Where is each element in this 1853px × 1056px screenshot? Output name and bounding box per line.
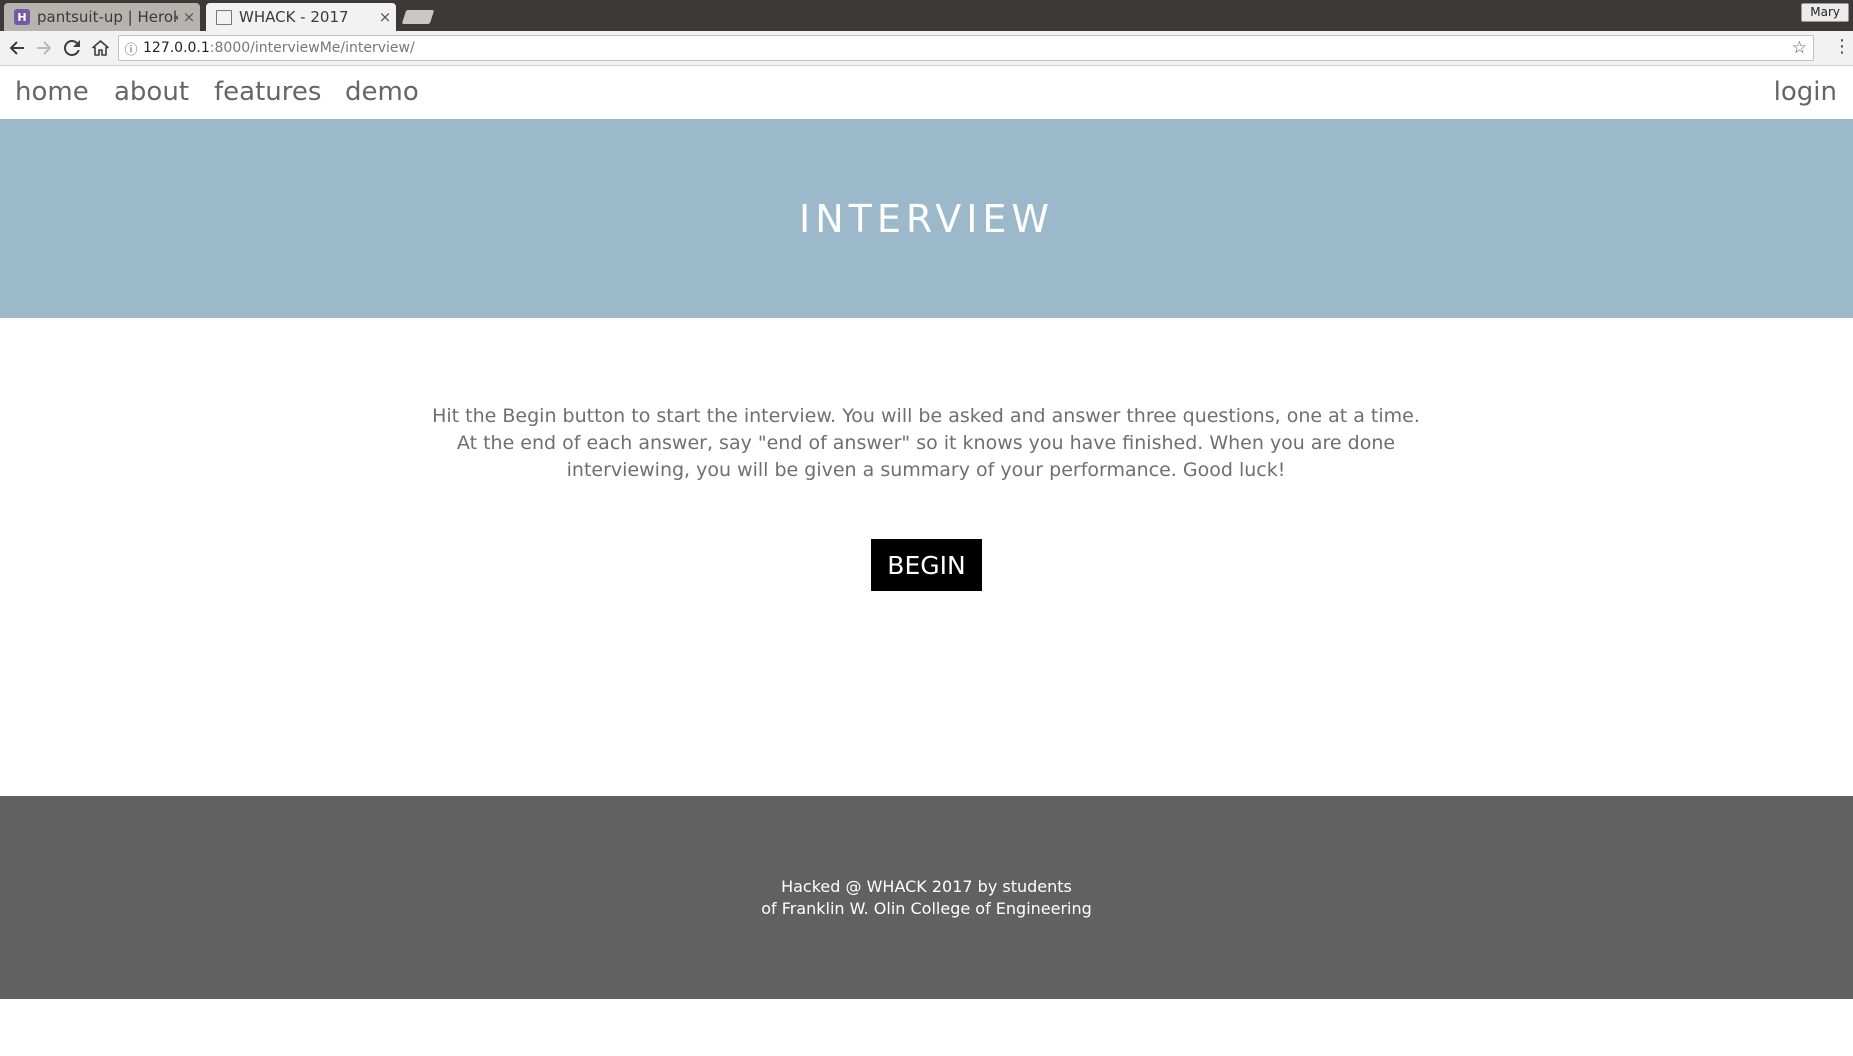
browser-tab-pantsuit-up[interactable]: H pantsuit-up | Herok × <box>4 3 200 31</box>
url-path: :8000/interviewMe/interview/ <box>209 40 415 56</box>
tab-title: pantsuit-up | Herok <box>37 8 178 26</box>
new-tab-button[interactable] <box>401 10 435 24</box>
browser-tab-strip: H pantsuit-up | Herok × WHACK - 2017 × M… <box>0 0 1853 31</box>
heroku-icon: H <box>14 9 30 25</box>
profile-button[interactable]: Mary <box>1801 3 1849 22</box>
nav-link-about[interactable]: about <box>114 77 189 107</box>
nav-link-demo[interactable]: demo <box>345 77 419 107</box>
footer-line-2: of Franklin W. Olin College of Engineeri… <box>761 898 1092 918</box>
url-host: 127.0.0.1 <box>143 40 210 56</box>
site-footer: Hacked @ WHACK 2017 by students of Frank… <box>0 796 1853 999</box>
nav-link-home[interactable]: home <box>15 77 89 107</box>
browser-tab-whack[interactable]: WHACK - 2017 × <box>206 3 396 31</box>
footer-line-1: Hacked @ WHACK 2017 by students <box>781 876 1072 896</box>
page-title: INTERVIEW <box>799 196 1054 241</box>
close-icon[interactable]: × <box>374 8 396 26</box>
tab-title: WHACK - 2017 <box>239 8 349 26</box>
back-arrow-icon[interactable] <box>6 37 28 59</box>
home-icon[interactable] <box>89 37 111 59</box>
nav-link-login[interactable]: login <box>1774 77 1837 107</box>
close-icon[interactable]: × <box>178 8 200 26</box>
page-icon <box>216 9 232 25</box>
site-navbar: home about features demo login <box>0 67 1853 119</box>
footer-credits: Hacked @ WHACK 2017 by students of Frank… <box>761 876 1092 920</box>
menu-dots-icon[interactable]: ⋮ <box>1833 37 1851 57</box>
forward-arrow-icon[interactable] <box>33 37 55 59</box>
begin-button[interactable]: BEGIN <box>871 539 982 591</box>
reload-icon[interactable] <box>61 37 83 59</box>
info-icon[interactable]: ⓘ <box>119 39 143 58</box>
instructions-text: Hit the Begin button to start the interv… <box>432 405 1420 481</box>
web-page: home about features demo login INTERVIEW… <box>0 67 1853 1056</box>
browser-toolbar: ⓘ 127.0.0.1:8000/interviewMe/interview/ … <box>0 31 1853 66</box>
interview-content: Hit the Begin button to start the interv… <box>0 318 1853 796</box>
nav-link-features[interactable]: features <box>214 77 321 107</box>
star-icon[interactable]: ☆ <box>1792 38 1807 58</box>
address-bar[interactable]: ⓘ 127.0.0.1:8000/interviewMe/interview/ … <box>118 35 1814 61</box>
hero-banner: INTERVIEW <box>0 119 1853 318</box>
